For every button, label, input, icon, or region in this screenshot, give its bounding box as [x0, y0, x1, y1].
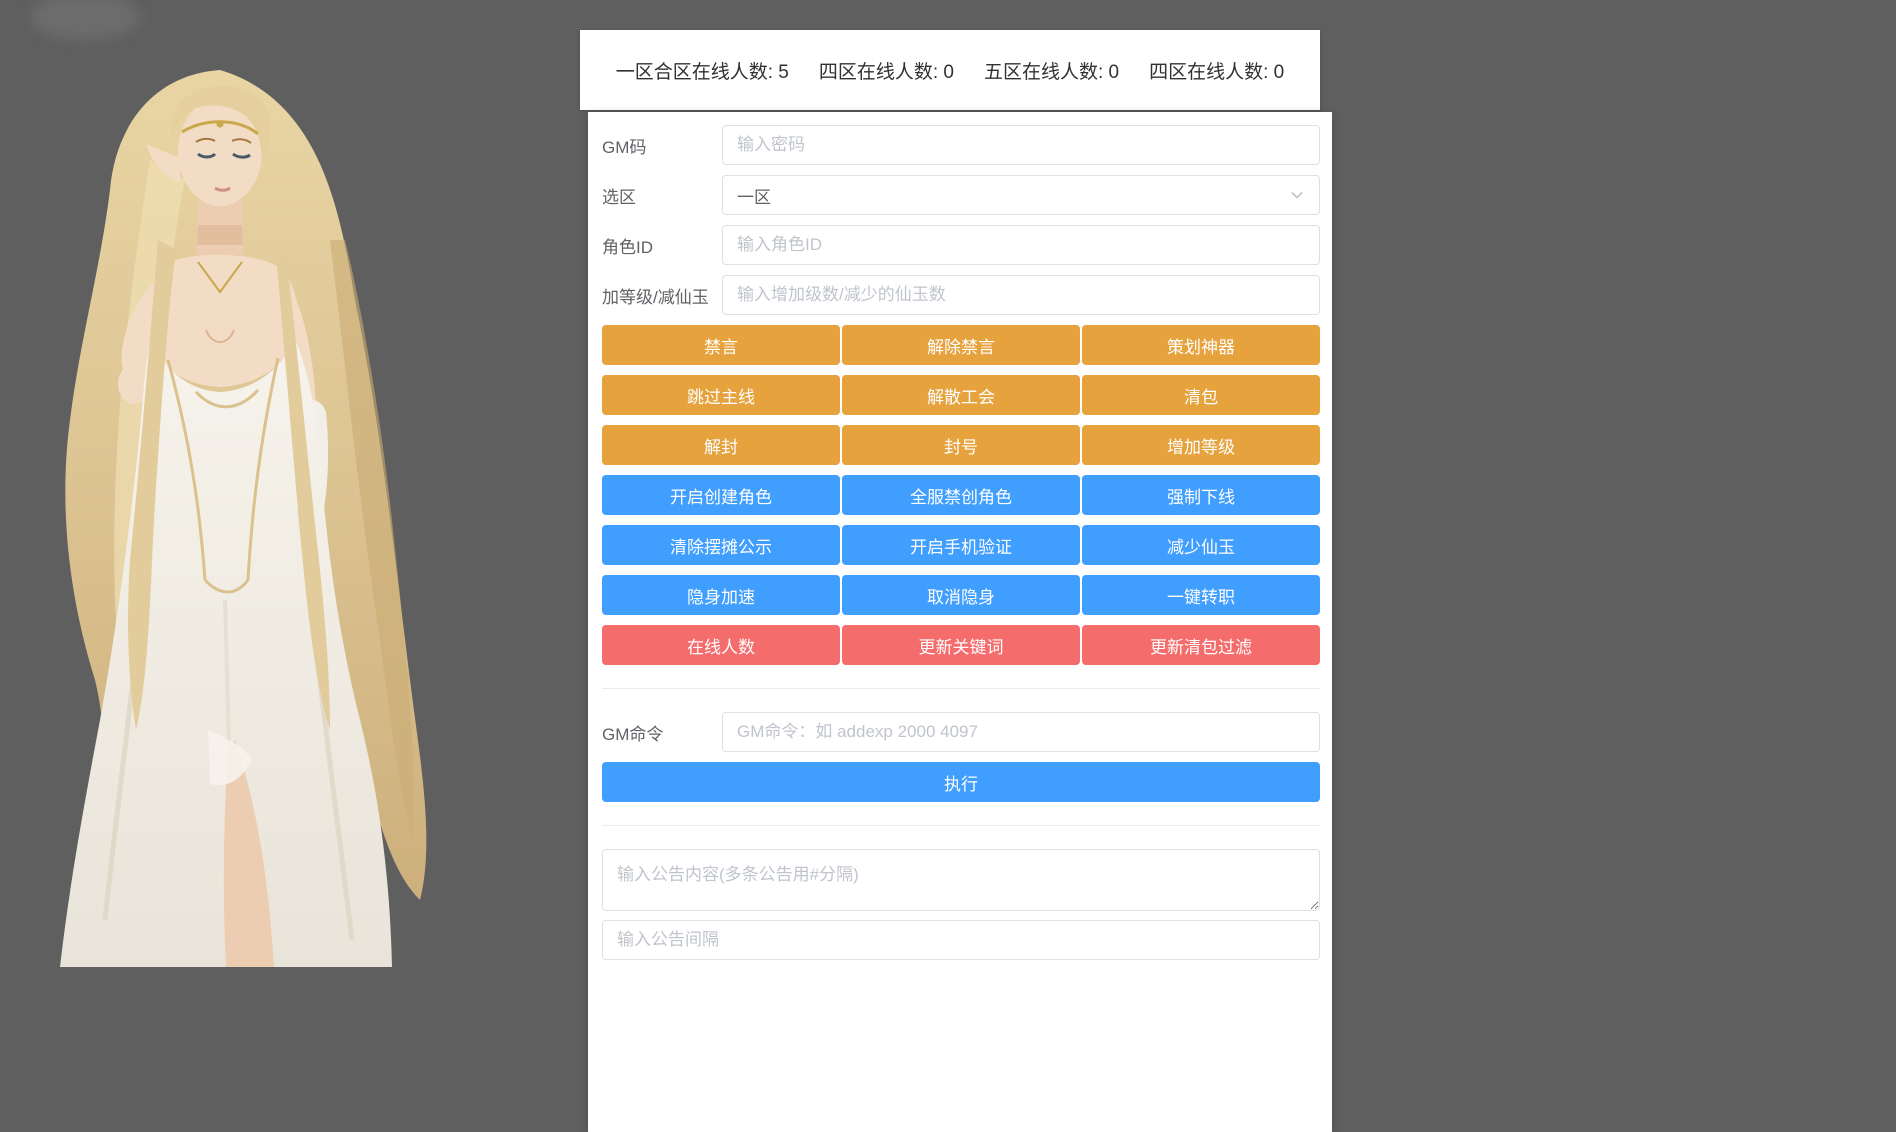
chevron-down-icon	[1291, 191, 1303, 199]
enable-phone-verify-button[interactable]: 开启手机验证	[842, 525, 1080, 565]
stealth-speed-button[interactable]: 隐身加速	[602, 575, 840, 615]
gm-code-row: GM码	[602, 125, 1320, 165]
action-buttons-grid: 禁言 解除禁言 策划神器 跳过主线 解散工会 清包 解封 封号 增加等级 开启创…	[602, 325, 1320, 665]
execute-button[interactable]: 执行	[602, 762, 1320, 802]
global-ban-create-role-button[interactable]: 全服禁创角色	[842, 475, 1080, 515]
zone-select-value: 一区	[737, 187, 771, 207]
level-jade-label: 加等级/减仙玉	[602, 287, 709, 307]
divider	[602, 825, 1320, 826]
gm-panel: GM码 选区 一区 角色ID 加等级/减仙玉 禁言 解除禁言 策划神器 跳过主线…	[588, 112, 1332, 1132]
update-keywords-button[interactable]: 更新关键词	[842, 625, 1080, 665]
update-clearbag-filter-button[interactable]: 更新清包过滤	[1082, 625, 1320, 665]
gm-command-row: GM命令	[602, 712, 1320, 752]
zone-select[interactable]: 一区	[722, 175, 1320, 215]
announcement-interval-input[interactable]	[602, 920, 1320, 960]
stat-zone1-merged-online: 一区合区在线人数: 5	[615, 61, 789, 83]
mute-button[interactable]: 禁言	[602, 325, 840, 365]
unban-button[interactable]: 解封	[602, 425, 840, 465]
gm-code-input[interactable]	[722, 125, 1320, 165]
add-level-button[interactable]: 增加等级	[1082, 425, 1320, 465]
level-jade-input[interactable]	[722, 275, 1320, 315]
clear-bag-button[interactable]: 清包	[1082, 375, 1320, 415]
stat-zone5-online: 五区在线人数: 0	[984, 61, 1120, 83]
zone-row: 选区 一区	[602, 175, 1320, 215]
announcement-content-textarea[interactable]	[602, 849, 1320, 911]
disband-guild-button[interactable]: 解散工会	[842, 375, 1080, 415]
stat-zone4b-online: 四区在线人数: 0	[1149, 61, 1285, 83]
role-id-input[interactable]	[722, 225, 1320, 265]
divider	[602, 688, 1320, 689]
planner-tool-button[interactable]: 策划神器	[1082, 325, 1320, 365]
reduce-jade-button[interactable]: 减少仙玉	[1082, 525, 1320, 565]
background-smudge	[30, 0, 140, 40]
cancel-stealth-button[interactable]: 取消隐身	[842, 575, 1080, 615]
zone-label: 选区	[602, 187, 636, 207]
role-id-label: 角色ID	[602, 237, 653, 257]
online-stats-card: 一区合区在线人数: 5 四区在线人数: 0 五区在线人数: 0 四区在线人数: …	[580, 30, 1320, 110]
gm-command-label: GM命令	[602, 724, 664, 744]
ban-button[interactable]: 封号	[842, 425, 1080, 465]
enable-create-role-button[interactable]: 开启创建角色	[602, 475, 840, 515]
force-offline-button[interactable]: 强制下线	[1082, 475, 1320, 515]
gm-command-input[interactable]	[722, 712, 1320, 752]
stat-zone4-online: 四区在线人数: 0	[818, 61, 954, 83]
online-count-button[interactable]: 在线人数	[602, 625, 840, 665]
gm-code-label: GM码	[602, 137, 647, 157]
character-artwork	[60, 70, 427, 967]
skip-mainline-button[interactable]: 跳过主线	[602, 375, 840, 415]
one-key-class-change-button[interactable]: 一键转职	[1082, 575, 1320, 615]
unmute-button[interactable]: 解除禁言	[842, 325, 1080, 365]
level-jade-row: 加等级/减仙玉	[602, 275, 1320, 315]
role-id-row: 角色ID	[602, 225, 1320, 265]
clear-stall-notice-button[interactable]: 清除摆摊公示	[602, 525, 840, 565]
